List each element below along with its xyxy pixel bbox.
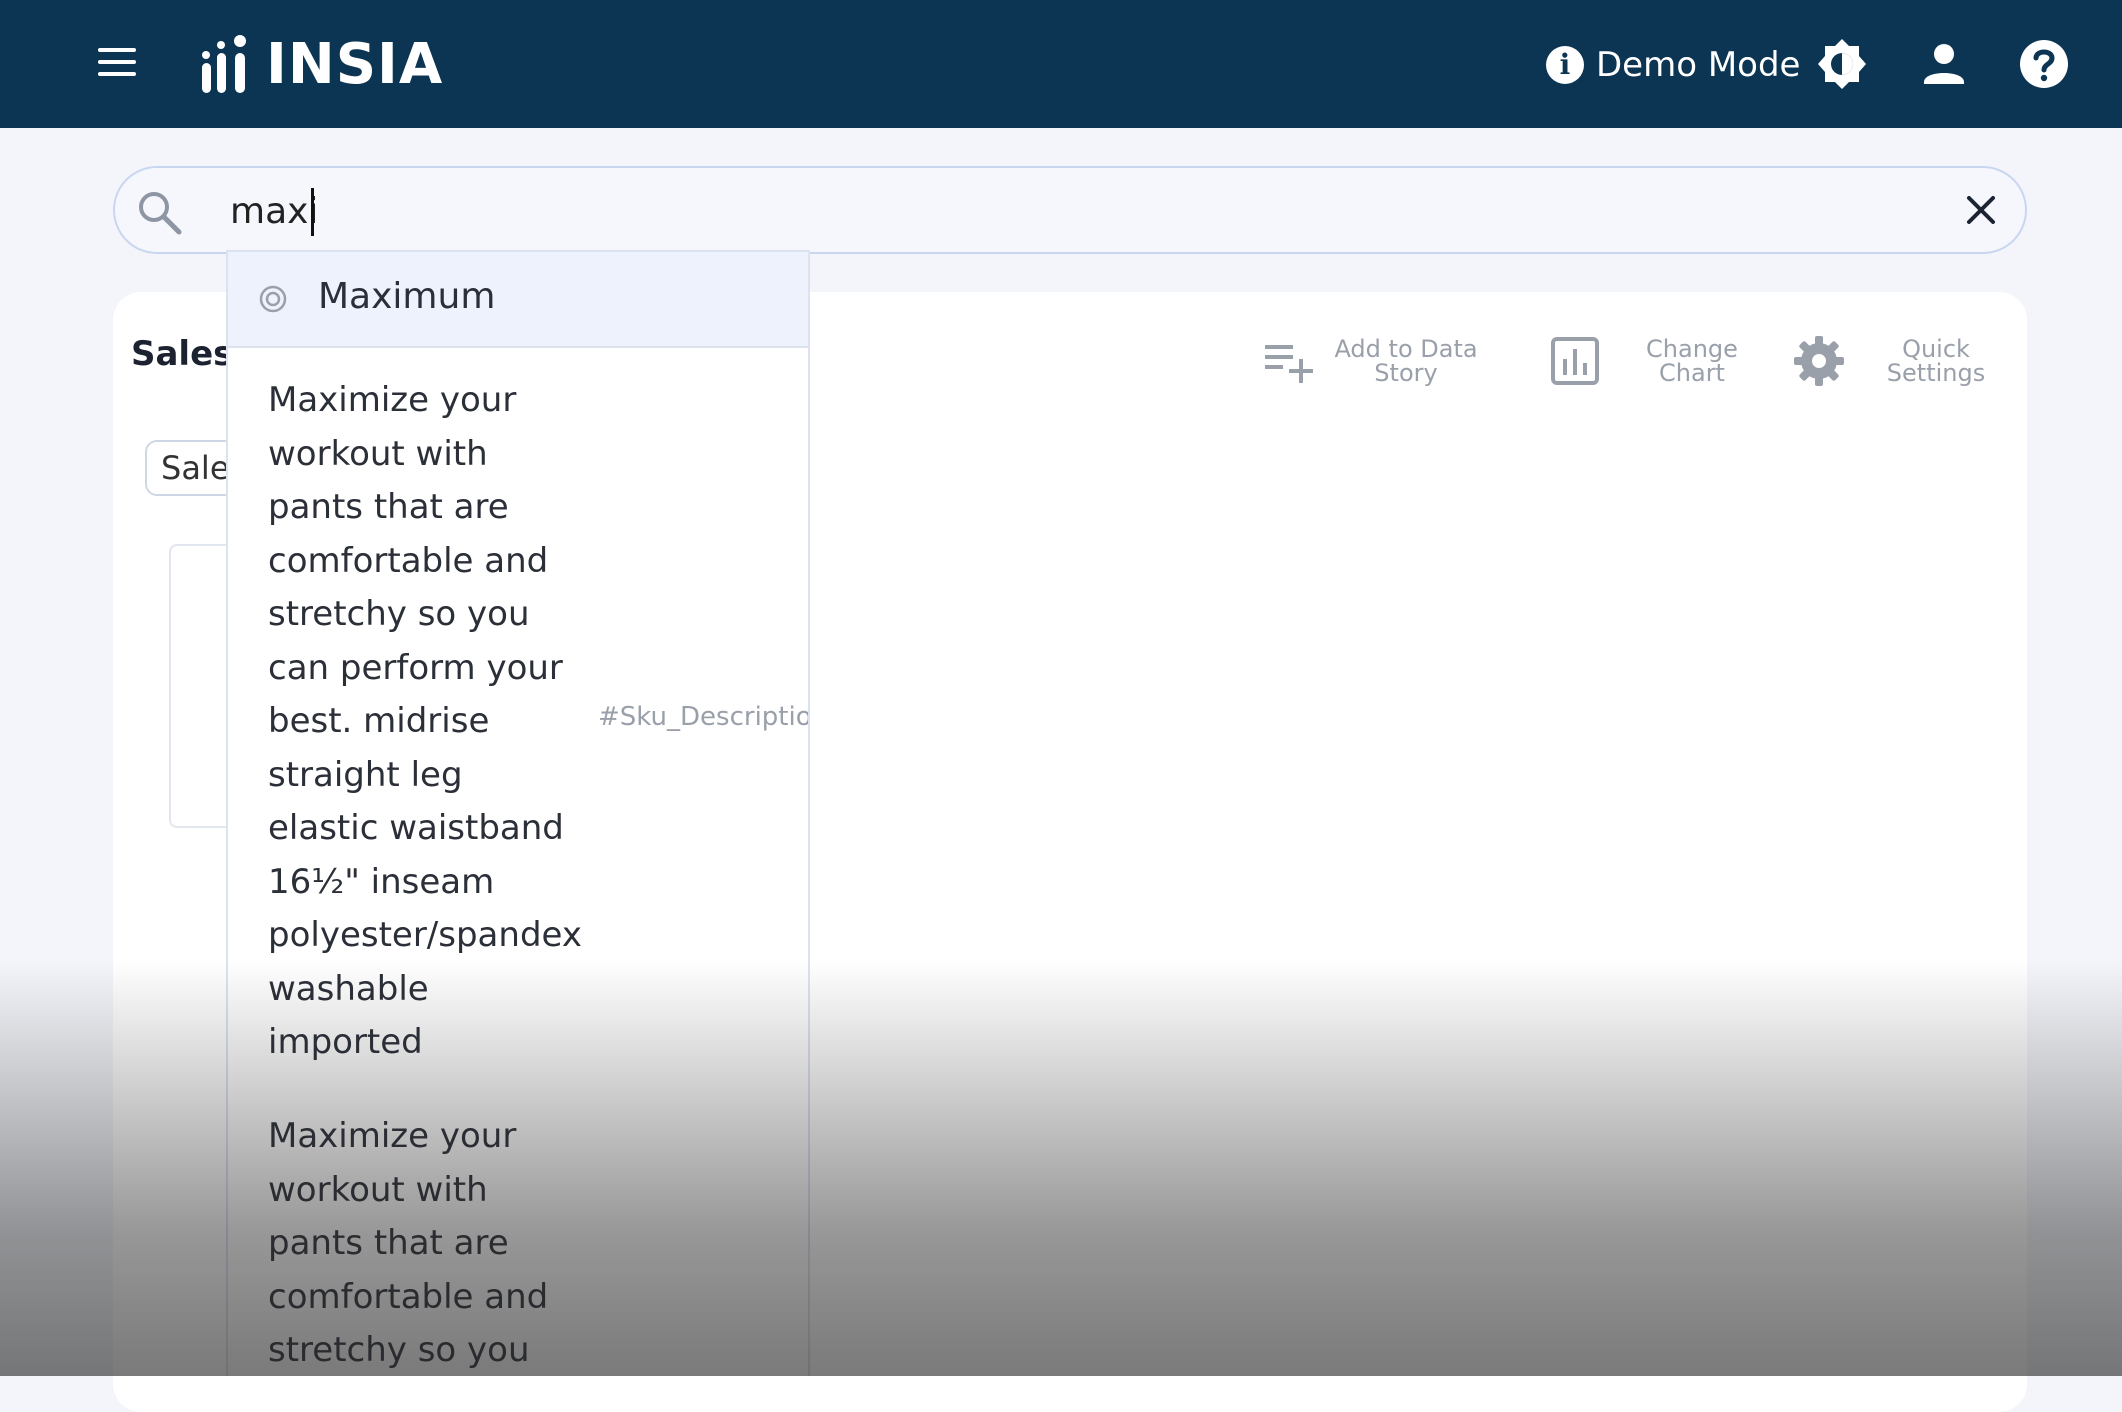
gear-icon: [1794, 336, 1844, 386]
search-suggestions-dropdown: Maximum Maximize your workout with pants…: [226, 250, 810, 1376]
menu-icon[interactable]: [98, 48, 136, 78]
suggestion-item[interactable]: Maximize your workout with pants that ar…: [228, 1110, 808, 1376]
search-bar: [113, 166, 2027, 254]
demo-mode-button[interactable]: i Demo Mode: [1546, 40, 1800, 90]
add-to-data-story-button[interactable]: Add to Data Story: [1263, 328, 1481, 394]
logo-text: INSIA: [266, 31, 444, 97]
insia-logo-icon: [202, 35, 246, 93]
suggestion-text: Maximize your workout with pants that ar…: [268, 1116, 549, 1370]
app-logo[interactable]: INSIA: [200, 31, 444, 97]
suggestion-column-tag: #Sku_Description: [598, 702, 810, 732]
quick-settings-button[interactable]: Quick Settings: [1793, 328, 2011, 394]
top-bar: INSIA i Demo Mode: [0, 0, 2122, 128]
function-icon: [259, 285, 287, 313]
suggestion-maximum[interactable]: Maximum: [228, 252, 808, 348]
demo-mode-label: Demo Mode: [1596, 45, 1801, 85]
suggestion-label: Maximum: [318, 276, 496, 317]
help-icon[interactable]: [2018, 38, 2070, 90]
close-icon[interactable]: [1961, 190, 2001, 230]
add-to-data-story-label: Add to Data Story: [1334, 335, 1478, 387]
playlist-add-icon: [1265, 345, 1313, 383]
suggestion-item[interactable]: Maximize your workout with pants that ar…: [228, 374, 808, 1094]
info-icon: i: [1546, 46, 1584, 84]
change-chart-label: Change Chart: [1646, 335, 1738, 387]
card-title: Sales: [131, 334, 234, 374]
suggestion-text: Maximize your workout with pants that ar…: [268, 380, 582, 1062]
bar-chart-icon: [1551, 337, 1599, 385]
quick-settings-label: Quick Settings: [1886, 335, 1986, 387]
search-input[interactable]: [228, 182, 1852, 240]
text-caret: [311, 188, 314, 236]
theme-toggle-icon[interactable]: [1816, 38, 1868, 90]
change-chart-button[interactable]: Change Chart: [1549, 328, 1767, 394]
search-icon: [139, 192, 182, 235]
account-icon[interactable]: [1918, 38, 1970, 90]
